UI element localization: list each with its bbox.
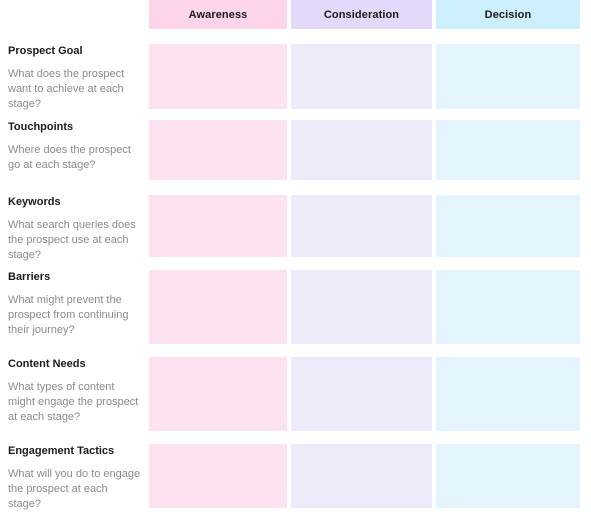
- cell-barriers-consideration[interactable]: [291, 270, 432, 344]
- column-header-label: Awareness: [188, 8, 248, 21]
- journey-matrix: Awareness Consideration Decision Prospect …: [0, 0, 591, 510]
- column-header-label: Consideration: [323, 8, 400, 21]
- matrix-row: Barriers What might prevent the prospect …: [0, 270, 591, 344]
- row-label-barriers: Barriers What might prevent the prospect …: [8, 270, 142, 338]
- matrix-header-row: Awareness Consideration Decision: [0, 0, 591, 29]
- cell-keywords-decision[interactable]: [436, 195, 580, 257]
- matrix-row: Touchpoints Where does the prospect go at…: [0, 120, 591, 180]
- column-header-consideration[interactable]: Consideration: [291, 0, 432, 29]
- row-question: What might prevent the prospect from con…: [8, 294, 129, 336]
- row-question: What will you do to engage the prospect …: [8, 468, 141, 510]
- row-label-engagement-tactics: Engagement Tactics What will you do to en…: [8, 444, 142, 512]
- cell-engagement-tactics-consideration[interactable]: [291, 444, 432, 508]
- cell-prospect-goal-decision[interactable]: [436, 44, 580, 109]
- row-question: Where does the prospect go at each stage…: [8, 144, 131, 171]
- row-question: What types of content might engage the p…: [8, 381, 139, 423]
- row-label-prospect-goal: Prospect Goal What does the prospect want…: [8, 44, 142, 112]
- row-label-touchpoints: Touchpoints Where does the prospect go at…: [8, 120, 142, 173]
- cell-barriers-decision[interactable]: [436, 270, 580, 344]
- cell-engagement-tactics-awareness[interactable]: [149, 444, 287, 508]
- cell-content-needs-consideration[interactable]: [291, 357, 432, 431]
- cell-touchpoints-decision[interactable]: [436, 120, 580, 180]
- row-title: Keywords: [8, 196, 61, 208]
- row-title: Content Needs: [8, 358, 86, 370]
- cell-keywords-consideration[interactable]: [291, 195, 432, 257]
- matrix-row: Engagement Tactics What will you do to en…: [0, 444, 591, 510]
- matrix-row: Prospect Goal What does the prospect want…: [0, 44, 591, 112]
- row-label-keywords: Keywords What search queries does the pro…: [8, 195, 142, 263]
- matrix-row: Keywords What search queries does the pro…: [0, 195, 591, 261]
- row-title: Touchpoints: [8, 121, 74, 133]
- cell-prospect-goal-awareness[interactable]: [149, 44, 287, 109]
- row-title: Engagement Tactics: [8, 445, 115, 457]
- row-title: Prospect Goal: [8, 45, 83, 57]
- cell-keywords-awareness[interactable]: [149, 195, 287, 257]
- cell-content-needs-awareness[interactable]: [149, 357, 287, 431]
- cell-content-needs-decision[interactable]: [436, 357, 580, 431]
- cell-engagement-tactics-decision[interactable]: [436, 444, 580, 508]
- row-question: What does the prospect want to achieve a…: [8, 68, 125, 110]
- column-header-label: Decision: [484, 8, 532, 21]
- column-header-awareness[interactable]: Awareness: [149, 0, 287, 29]
- cell-touchpoints-awareness[interactable]: [149, 120, 287, 180]
- row-title: Barriers: [8, 271, 51, 283]
- cell-prospect-goal-consideration[interactable]: [291, 44, 432, 109]
- cell-barriers-awareness[interactable]: [149, 270, 287, 344]
- row-question: What search queries does the prospect us…: [8, 219, 136, 261]
- column-header-decision[interactable]: Decision: [436, 0, 580, 29]
- row-label-content-needs: Content Needs What types of content might…: [8, 357, 142, 425]
- cell-touchpoints-consideration[interactable]: [291, 120, 432, 180]
- matrix-row: Content Needs What types of content might…: [0, 357, 591, 431]
